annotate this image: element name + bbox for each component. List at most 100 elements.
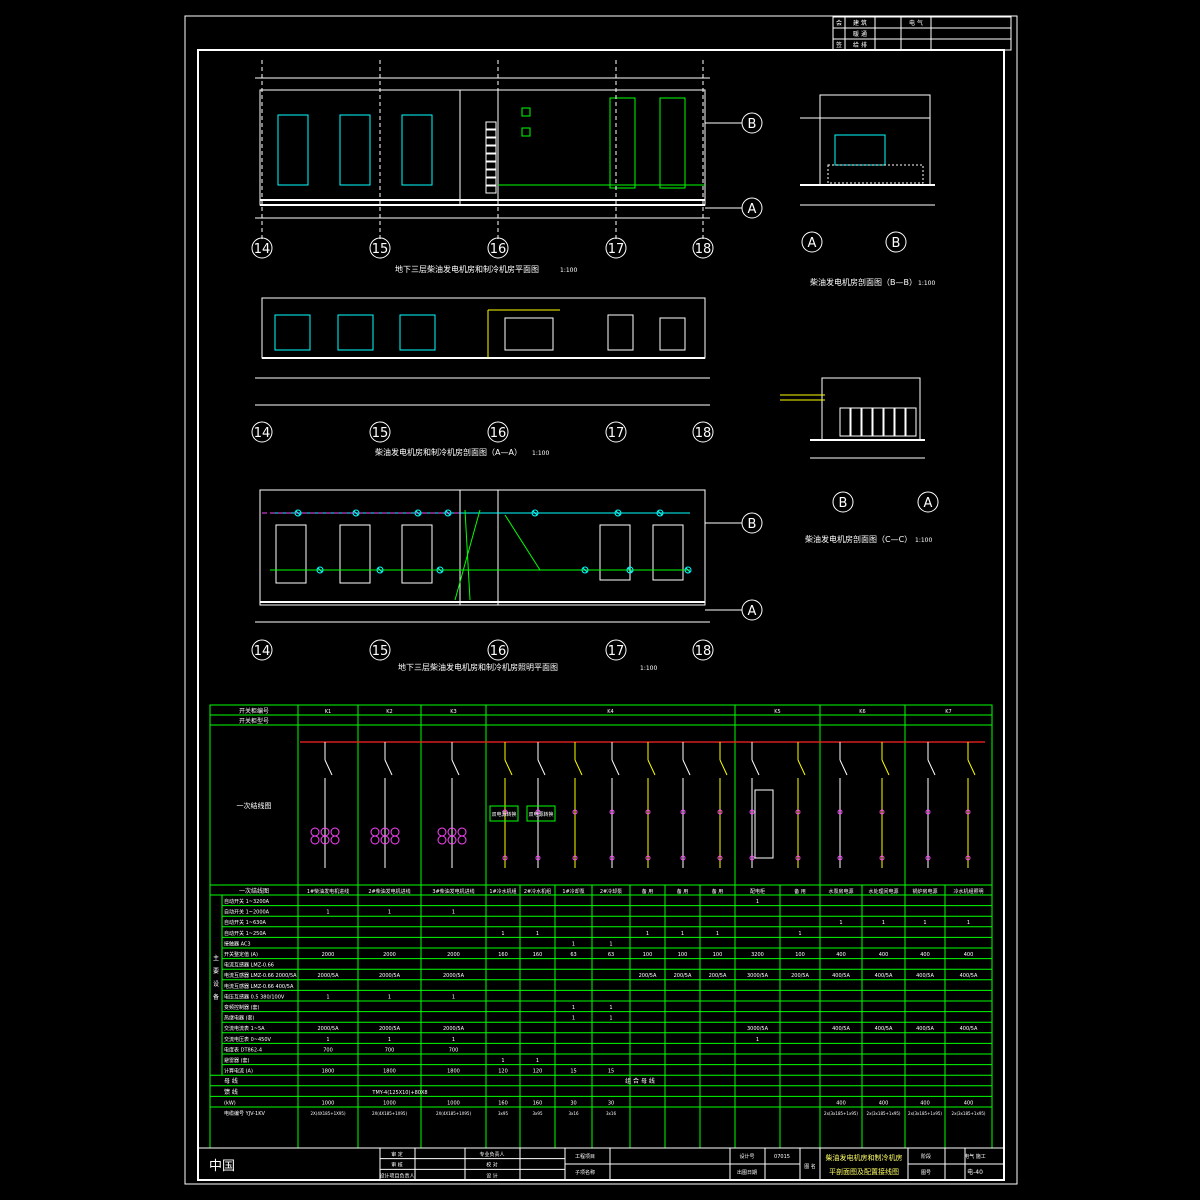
switchgear-schedule: 开关柜编号开关柜型号K1 K2 K3 K4 K5 K6 K7一次结线图双电源转换 双电源转换一… xyxy=(209,704,993,1149)
tb-fig-label: 图 名 xyxy=(804,1163,816,1170)
cabinet-K3: K3 xyxy=(450,709,456,715)
row-value: 200/5A xyxy=(639,973,657,979)
svg-text:1:100: 1:100 xyxy=(560,267,577,274)
row-label: 接触器 AC3 xyxy=(224,940,251,947)
feeder-4 xyxy=(502,742,513,868)
cabinet-K1: K1 xyxy=(325,709,331,715)
row-value: 100 xyxy=(795,952,805,958)
row-value: 63 xyxy=(570,952,576,958)
row-label: 电压互感器 0.5 380/100V xyxy=(224,993,285,1000)
row-value: 400/5A xyxy=(875,1026,893,1032)
svg-text:1:100: 1:100 xyxy=(915,537,932,544)
axis-B-bubble-label: B xyxy=(839,496,848,511)
tb-role: 校 对 xyxy=(486,1162,498,1169)
feeder-3 xyxy=(437,742,467,868)
section-bb-axis-bubbles: AB xyxy=(801,231,907,253)
section-bb-title: 柴油发电机房剖面图（B—B） xyxy=(810,277,917,287)
row-value: 63 xyxy=(608,952,614,958)
row-label: 电流互感器 LMZ-0.66 xyxy=(224,962,274,969)
tb-design-no-label: 设计号 xyxy=(739,1153,754,1160)
kw-value: 1000 xyxy=(322,1100,335,1106)
stamp-cell: 暖 通 xyxy=(853,30,867,38)
axis-17-bubble-label: 17 xyxy=(608,242,625,257)
column-name: 备 用 xyxy=(677,888,689,895)
bus-row-value: 组 合 母 线 xyxy=(625,1077,655,1085)
kw-row-label: (kW) xyxy=(224,1100,236,1106)
ats-box-2: 双电源转换 xyxy=(528,811,553,818)
row-value: 2000 xyxy=(322,952,335,958)
row-value: 1 xyxy=(572,1016,575,1022)
feeder-12 xyxy=(795,742,806,868)
row-value: 1 xyxy=(326,1037,329,1043)
company-logo: 中国 xyxy=(209,1159,235,1174)
plan-view: 地下三层柴油发电机房和制冷机房平面图 1:100 xyxy=(255,60,710,274)
row-value: 2000/5A xyxy=(317,973,339,979)
section-cc-axis-bubbles: BA xyxy=(832,491,939,513)
row-value: 160 xyxy=(498,952,508,958)
row-value: 200/5A xyxy=(674,973,692,979)
generator-2 xyxy=(339,114,371,186)
row-value: 1 xyxy=(882,920,885,926)
svg-text:1:100: 1:100 xyxy=(640,665,657,672)
tb-date-label: 出图日期 xyxy=(737,1169,757,1176)
row-label: 避雷器 (套) xyxy=(224,1057,250,1064)
axis-15-bubble-label: 15 xyxy=(372,644,389,659)
cabinet-K2: K2 xyxy=(386,709,392,715)
row-value: 1 xyxy=(798,931,801,937)
tb-stage-value: 电气 施工 xyxy=(964,1153,986,1160)
row-value: 1 xyxy=(326,910,329,916)
row-value: 1800 xyxy=(447,1069,460,1075)
axis-B-bubble-label: B xyxy=(748,117,757,132)
feeder-6 xyxy=(572,742,583,868)
row-value: 1 xyxy=(756,899,759,905)
row-label: 计算电流 (A) xyxy=(224,1068,253,1075)
row-value: 160 xyxy=(533,952,543,958)
kw-value: 30 xyxy=(608,1100,614,1106)
feeder-9 xyxy=(680,742,691,868)
axis-14-bubble-label: 14 xyxy=(254,242,271,257)
cable-value: 3x16 xyxy=(568,1111,578,1116)
tb-sheet-value: 电-40 xyxy=(967,1168,983,1176)
row-value: 1 xyxy=(388,910,391,916)
kw-value: 160 xyxy=(498,1100,508,1106)
plan-title: 地下三层柴油发电机房和制冷机房平面图 xyxy=(395,264,539,274)
column-name: 2#冷水机组 xyxy=(524,888,551,895)
generator-1 xyxy=(277,114,309,186)
row-value: 200/5A xyxy=(709,973,727,979)
axis-18-bubble-label: 18 xyxy=(695,242,712,257)
axis-15-bubble-label: 15 xyxy=(372,242,389,257)
row-value: 3200 xyxy=(751,952,764,958)
kw-value: 400 xyxy=(879,1100,889,1106)
row-value: 1 xyxy=(326,994,329,1000)
axis-A-bubble-label: A xyxy=(808,236,817,251)
svg-text:1:100: 1:100 xyxy=(918,280,935,287)
kw-value: 400 xyxy=(920,1100,930,1106)
row-label: 自动开关 1~2000A xyxy=(224,909,270,916)
row-value: 120 xyxy=(533,1069,543,1075)
row-value: 400 xyxy=(879,952,889,958)
header-cabinet-type: 开关柜型号 xyxy=(239,717,269,725)
row-value: 100 xyxy=(713,952,723,958)
row-value: 1 xyxy=(572,941,575,947)
axis-15-bubble-label: 15 xyxy=(372,426,389,441)
feeder-2 xyxy=(370,742,400,868)
tb-stage-label: 阶段 xyxy=(921,1153,931,1160)
stamp-cell: 给 排 xyxy=(853,41,867,49)
cabinet-K5: K5 xyxy=(774,709,780,715)
axis-16-bubble-label: 16 xyxy=(490,242,507,257)
ats-box-1: 双电源转换 xyxy=(491,811,516,818)
row-label: 自动开关 1~630A xyxy=(224,919,267,926)
axis-A-bubble-label: A xyxy=(748,604,757,619)
column-name: 冷水机组照明 xyxy=(953,888,983,895)
tb-role: 设 计 xyxy=(486,1172,498,1179)
stamp-cell: 电 气 xyxy=(909,19,923,27)
row-value: 200/5A xyxy=(791,973,809,979)
row-value: 400/5A xyxy=(832,973,850,979)
row-value: 1 xyxy=(452,994,455,1000)
kw-value: 1000 xyxy=(383,1100,396,1106)
tb-subproject-label: 子项名称 xyxy=(575,1169,595,1176)
group-label-char: 设 xyxy=(213,980,219,988)
column-name: 1#冷水机组 xyxy=(489,888,516,895)
feeder-16 xyxy=(965,742,976,868)
row-label: 变频控制器 (套) xyxy=(224,1004,260,1011)
